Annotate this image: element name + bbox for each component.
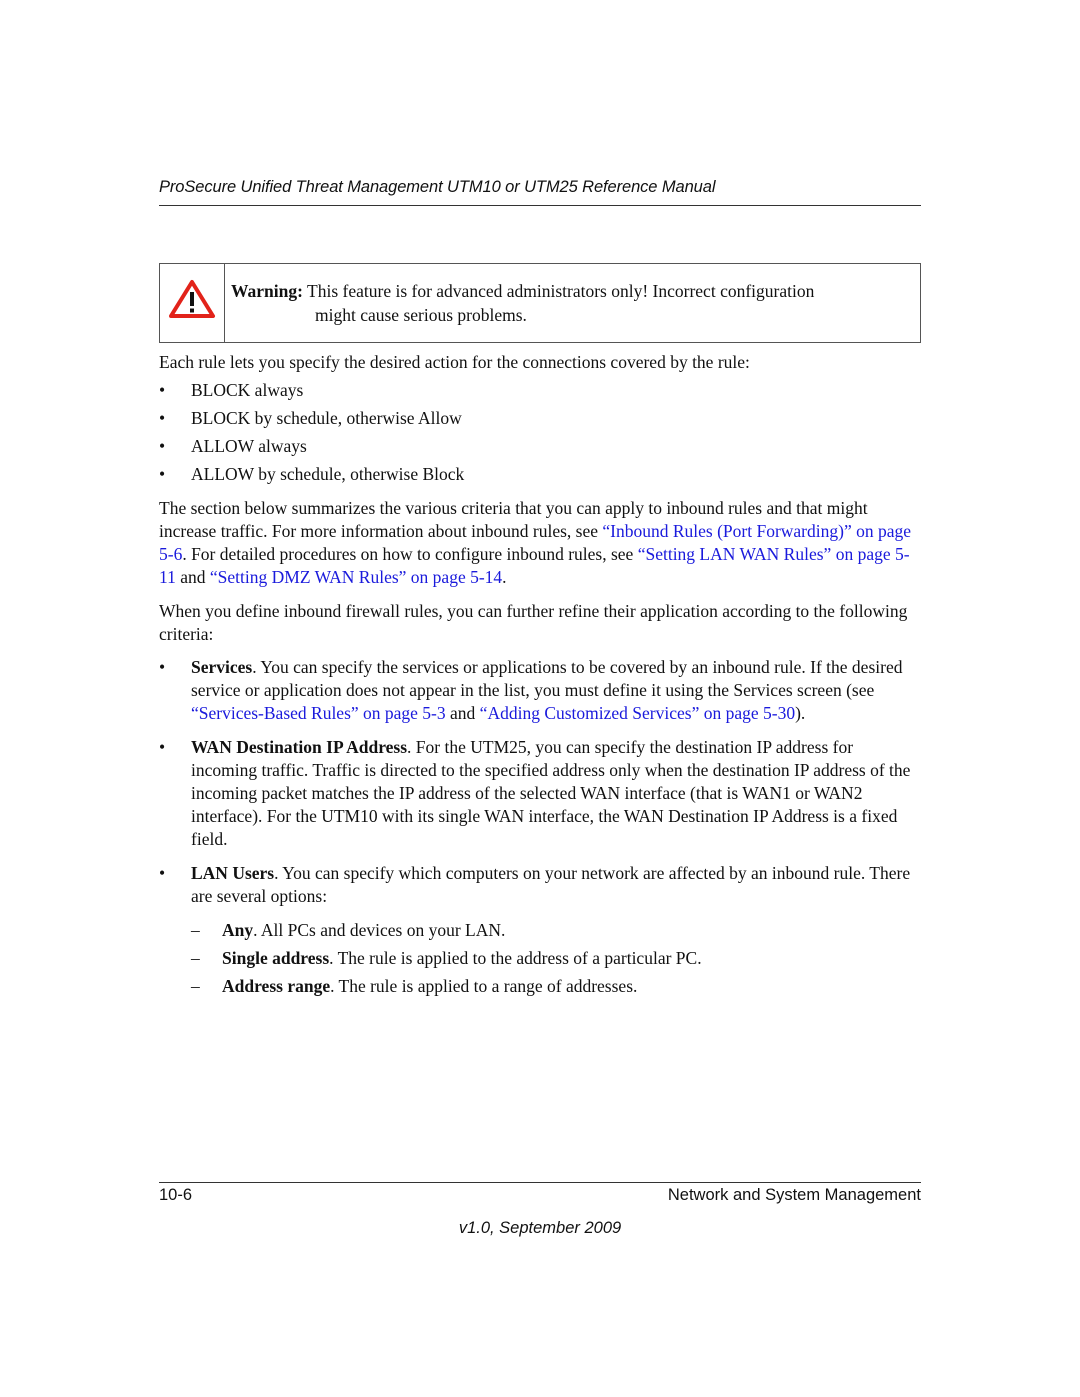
criteria-lan-users: • LAN Users. You can specify which comput…: [159, 863, 911, 906]
list-item: • ALLOW by schedule, otherwise Block: [159, 464, 465, 484]
refine-paragraph: When you define inbound firewall rules, …: [159, 601, 908, 644]
list-item: • BLOCK by schedule, otherwise Allow: [159, 408, 462, 428]
lan-option-address-range: – Address range. The rule is applied to a…: [191, 976, 638, 996]
header-divider: [159, 205, 921, 206]
link-services-based-rules[interactable]: “Services-Based Rules” on page 5-3: [191, 703, 446, 723]
lan-option-single-address: – Single address. The rule is applied to …: [191, 948, 702, 968]
warning-text: Warning: This feature is for advanced ad…: [231, 281, 815, 325]
list-item: • ALLOW always: [159, 436, 307, 456]
intro-paragraph: Each rule lets you specify the desired a…: [159, 352, 750, 372]
warning-icon-cell: [160, 264, 225, 342]
page-number: 10-6: [159, 1186, 193, 1204]
link-adding-customized-services[interactable]: “Adding Customized Services” on page 5-3…: [480, 703, 795, 723]
list-item: • BLOCK always: [159, 380, 304, 400]
warning-box: Warning: This feature is for advanced ad…: [159, 263, 921, 343]
warning-triangle-icon: [169, 280, 215, 318]
criteria-services: • Services. You can specify the services …: [159, 657, 903, 723]
lan-option-any: – Any. All PCs and devices on your LAN.: [191, 920, 506, 940]
criteria-wan-destination: • WAN Destination IP Address. For the UTM…: [159, 737, 911, 849]
link-dmz-wan-rules[interactable]: “Setting DMZ WAN Rules” on page 5-14: [210, 567, 502, 587]
summary-paragraph: The section below summarizes the various…: [159, 498, 911, 587]
running-header: ProSecure Unified Threat Management UTM1…: [159, 178, 716, 196]
footer-version: v1.0, September 2009: [458, 1219, 622, 1237]
warning-label: Warning:: [231, 281, 303, 301]
action-list: • BLOCK always • BLOCK by schedule, otherw…: [159, 379, 921, 486]
footer-section-title: Network and System Management: [667, 1186, 921, 1204]
footer-divider: [159, 1182, 921, 1183]
criteria-list: • Services. You can specify the services …: [159, 656, 921, 998]
